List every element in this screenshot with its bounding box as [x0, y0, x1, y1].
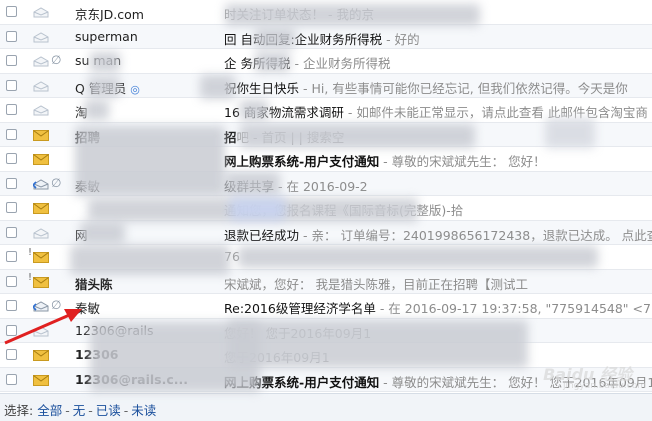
watermark-url: jingyan.baidu.com: [562, 381, 646, 391]
annotation-arrow: [4, 309, 82, 345]
